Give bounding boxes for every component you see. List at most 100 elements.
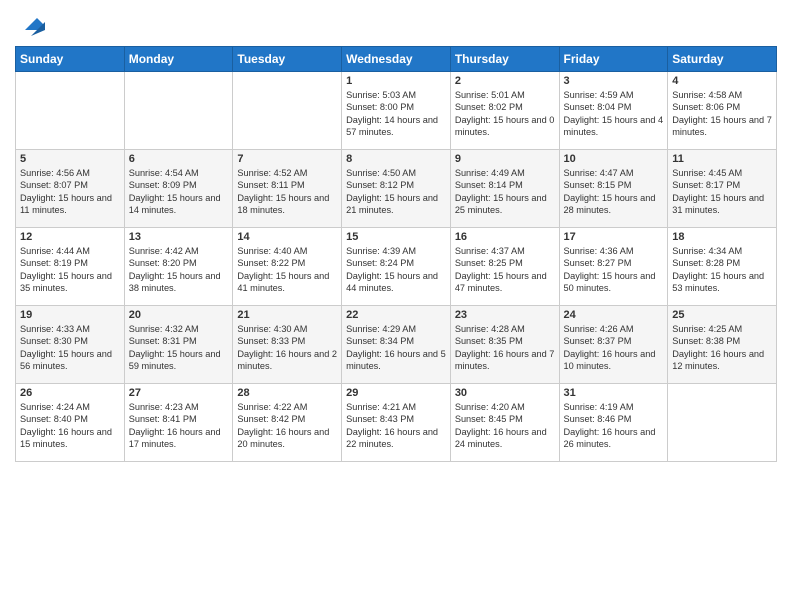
calendar-cell: 28 Sunrise: 4:22 AM Sunset: 8:42 PM Dayli… (233, 384, 342, 462)
cell-text: Sunrise: 4:20 AM Sunset: 8:45 PM Dayligh… (455, 401, 555, 451)
day-header-monday: Monday (124, 47, 233, 72)
day-header-tuesday: Tuesday (233, 47, 342, 72)
calendar-cell: 6 Sunrise: 4:54 AM Sunset: 8:09 PM Daylig… (124, 150, 233, 228)
calendar-cell: 5Sunrise: 4:56 AM Sunset: 8:07 PM Daylig… (16, 150, 125, 228)
day-number: 14 (237, 231, 337, 243)
calendar-cell: 15 Sunrise: 4:39 AM Sunset: 8:24 PM Dayli… (342, 228, 451, 306)
calendar-cell (124, 72, 233, 150)
day-number: 6 (129, 153, 229, 165)
logo (15, 10, 45, 38)
calendar-cell: 1 Sunrise: 5:03 AM Sunset: 8:00 PM Daylig… (342, 72, 451, 150)
calendar-cell: 30 Sunrise: 4:20 AM Sunset: 8:45 PM Dayli… (450, 384, 559, 462)
calendar-cell: 17 Sunrise: 4:36 AM Sunset: 8:27 PM Dayli… (559, 228, 668, 306)
day-header-saturday: Saturday (668, 47, 777, 72)
day-number: 7 (237, 153, 337, 165)
day-number: 19 (20, 309, 120, 321)
calendar-cell: 9 Sunrise: 4:49 AM Sunset: 8:14 PM Daylig… (450, 150, 559, 228)
cell-text: Sunrise: 4:30 AM Sunset: 8:33 PM Dayligh… (237, 323, 337, 373)
cell-text: Sunrise: 4:33 AM Sunset: 8:30 PM Dayligh… (20, 323, 120, 373)
week-row-3: 19 Sunrise: 4:33 AM Sunset: 8:30 PM Dayli… (16, 306, 777, 384)
day-header-thursday: Thursday (450, 47, 559, 72)
week-row-0: 1 Sunrise: 5:03 AM Sunset: 8:00 PM Daylig… (16, 72, 777, 150)
cell-text: Sunrise: 4:36 AM Sunset: 8:27 PM Dayligh… (564, 245, 664, 295)
calendar-cell (16, 72, 125, 150)
header (15, 10, 777, 38)
cell-text: Sunrise: 4:28 AM Sunset: 8:35 PM Dayligh… (455, 323, 555, 373)
calendar-cell: 24Sunrise: 4:26 AM Sunset: 8:37 PM Dayli… (559, 306, 668, 384)
calendar-cell: 8 Sunrise: 4:50 AM Sunset: 8:12 PM Daylig… (342, 150, 451, 228)
calendar-cell: 29 Sunrise: 4:21 AM Sunset: 8:43 PM Dayli… (342, 384, 451, 462)
cell-text: Sunrise: 4:22 AM Sunset: 8:42 PM Dayligh… (237, 401, 337, 451)
week-row-1: 5Sunrise: 4:56 AM Sunset: 8:07 PM Daylig… (16, 150, 777, 228)
cell-text: Sunrise: 4:32 AM Sunset: 8:31 PM Dayligh… (129, 323, 229, 373)
cell-text: Sunrise: 4:49 AM Sunset: 8:14 PM Dayligh… (455, 167, 555, 217)
day-number: 9 (455, 153, 555, 165)
cell-text: Sunrise: 4:59 AM Sunset: 8:04 PM Dayligh… (564, 89, 664, 139)
day-header-friday: Friday (559, 47, 668, 72)
week-row-2: 12Sunrise: 4:44 AM Sunset: 8:19 PM Dayli… (16, 228, 777, 306)
cell-text: Sunrise: 4:56 AM Sunset: 8:07 PM Dayligh… (20, 167, 120, 217)
calendar-cell: 20 Sunrise: 4:32 AM Sunset: 8:31 PM Dayli… (124, 306, 233, 384)
cell-text: Sunrise: 4:44 AM Sunset: 8:19 PM Dayligh… (20, 245, 120, 295)
cell-text: Sunrise: 4:37 AM Sunset: 8:25 PM Dayligh… (455, 245, 555, 295)
cell-text: Sunrise: 4:21 AM Sunset: 8:43 PM Dayligh… (346, 401, 446, 451)
cell-text: Sunrise: 4:24 AM Sunset: 8:40 PM Dayligh… (20, 401, 120, 451)
day-number: 11 (672, 153, 772, 165)
calendar-cell: 11 Sunrise: 4:45 AM Sunset: 8:17 PM Dayli… (668, 150, 777, 228)
day-number: 29 (346, 387, 446, 399)
cell-text: Sunrise: 4:58 AM Sunset: 8:06 PM Dayligh… (672, 89, 772, 139)
calendar-cell: 22 Sunrise: 4:29 AM Sunset: 8:34 PM Dayli… (342, 306, 451, 384)
day-header-wednesday: Wednesday (342, 47, 451, 72)
cell-text: Sunrise: 4:29 AM Sunset: 8:34 PM Dayligh… (346, 323, 446, 373)
cell-text: Sunrise: 4:23 AM Sunset: 8:41 PM Dayligh… (129, 401, 229, 451)
day-number: 2 (455, 75, 555, 87)
day-number: 30 (455, 387, 555, 399)
day-number: 1 (346, 75, 446, 87)
calendar-cell: 12Sunrise: 4:44 AM Sunset: 8:19 PM Dayli… (16, 228, 125, 306)
calendar-cell: 10 Sunrise: 4:47 AM Sunset: 8:15 PM Dayli… (559, 150, 668, 228)
calendar-cell: 14 Sunrise: 4:40 AM Sunset: 8:22 PM Dayli… (233, 228, 342, 306)
calendar-cell: 4 Sunrise: 4:58 AM Sunset: 8:06 PM Daylig… (668, 72, 777, 150)
cell-text: Sunrise: 4:26 AM Sunset: 8:37 PM Dayligh… (564, 323, 664, 373)
day-number: 10 (564, 153, 664, 165)
logo-icon (17, 10, 45, 38)
calendar-header-row: SundayMondayTuesdayWednesdayThursdayFrid… (16, 47, 777, 72)
page: SundayMondayTuesdayWednesdayThursdayFrid… (0, 0, 792, 612)
cell-text: Sunrise: 4:50 AM Sunset: 8:12 PM Dayligh… (346, 167, 446, 217)
calendar-cell: 27Sunrise: 4:23 AM Sunset: 8:41 PM Dayli… (124, 384, 233, 462)
week-row-4: 26 Sunrise: 4:24 AM Sunset: 8:40 PM Dayli… (16, 384, 777, 462)
calendar-cell: 18Sunrise: 4:34 AM Sunset: 8:28 PM Dayli… (668, 228, 777, 306)
day-number: 8 (346, 153, 446, 165)
day-number: 4 (672, 75, 772, 87)
cell-text: Sunrise: 4:54 AM Sunset: 8:09 PM Dayligh… (129, 167, 229, 217)
day-number: 20 (129, 309, 229, 321)
calendar-table: SundayMondayTuesdayWednesdayThursdayFrid… (15, 46, 777, 462)
cell-text: Sunrise: 4:34 AM Sunset: 8:28 PM Dayligh… (672, 245, 772, 295)
calendar-cell: 16 Sunrise: 4:37 AM Sunset: 8:25 PM Dayli… (450, 228, 559, 306)
calendar-cell: 31 Sunrise: 4:19 AM Sunset: 8:46 PM Dayli… (559, 384, 668, 462)
cell-text: Sunrise: 4:19 AM Sunset: 8:46 PM Dayligh… (564, 401, 664, 451)
cell-text: Sunrise: 4:42 AM Sunset: 8:20 PM Dayligh… (129, 245, 229, 295)
day-number: 31 (564, 387, 664, 399)
calendar-cell (668, 384, 777, 462)
cell-text: Sunrise: 4:52 AM Sunset: 8:11 PM Dayligh… (237, 167, 337, 217)
day-number: 16 (455, 231, 555, 243)
calendar-cell: 2Sunrise: 5:01 AM Sunset: 8:02 PM Daylig… (450, 72, 559, 150)
calendar-cell (233, 72, 342, 150)
calendar-cell: 19 Sunrise: 4:33 AM Sunset: 8:30 PM Dayli… (16, 306, 125, 384)
cell-text: Sunrise: 4:45 AM Sunset: 8:17 PM Dayligh… (672, 167, 772, 217)
cell-text: Sunrise: 5:03 AM Sunset: 8:00 PM Dayligh… (346, 89, 446, 139)
day-number: 17 (564, 231, 664, 243)
calendar-cell: 23 Sunrise: 4:28 AM Sunset: 8:35 PM Dayli… (450, 306, 559, 384)
day-number: 25 (672, 309, 772, 321)
calendar-cell: 13Sunrise: 4:42 AM Sunset: 8:20 PM Dayli… (124, 228, 233, 306)
day-number: 22 (346, 309, 446, 321)
cell-text: Sunrise: 4:40 AM Sunset: 8:22 PM Dayligh… (237, 245, 337, 295)
cell-text: Sunrise: 4:47 AM Sunset: 8:15 PM Dayligh… (564, 167, 664, 217)
cell-text: Sunrise: 4:39 AM Sunset: 8:24 PM Dayligh… (346, 245, 446, 295)
day-number: 23 (455, 309, 555, 321)
day-number: 28 (237, 387, 337, 399)
day-number: 15 (346, 231, 446, 243)
day-number: 26 (20, 387, 120, 399)
calendar-cell: 26 Sunrise: 4:24 AM Sunset: 8:40 PM Dayli… (16, 384, 125, 462)
